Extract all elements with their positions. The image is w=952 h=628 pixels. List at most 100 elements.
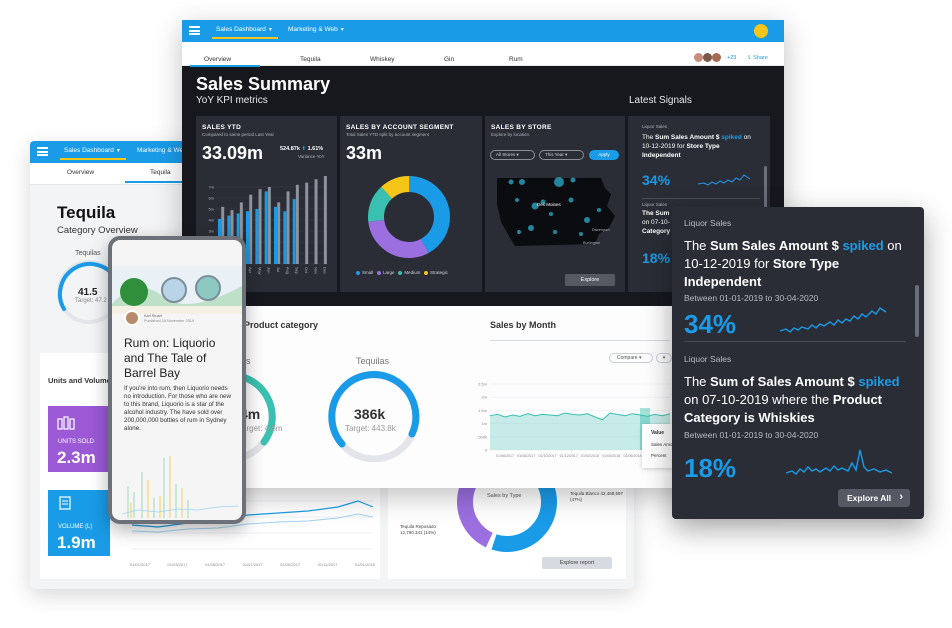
- explore-button[interactable]: Explore: [565, 274, 615, 286]
- menu-icon[interactable]: [37, 147, 48, 156]
- x-tick-label: May: [257, 267, 262, 275]
- iowa-store-map[interactable]: [491, 170, 621, 256]
- y-tick-label: 500k: [478, 434, 487, 439]
- phone-article-preview: Karl Stuart Published 18 November 2019 R…: [108, 236, 246, 524]
- x-tick: 01/01/2017: [130, 562, 151, 567]
- yoy-compare: 524.87k ⬆ 1.61%: [280, 146, 324, 152]
- units-sold-kpi: UNITS SOLD 2.3m: [48, 406, 110, 472]
- signal-pct: 34%: [684, 309, 737, 339]
- active-tab-indicator: [190, 65, 260, 67]
- y-tick-label: 2m: [481, 395, 487, 400]
- tab-overview[interactable]: Overview: [204, 56, 231, 63]
- bar-previous: [314, 179, 318, 264]
- mini-signal-text: Category: [642, 228, 671, 235]
- divider: [684, 341, 906, 342]
- signal-pct: 18%: [684, 453, 737, 483]
- bar-current: [274, 206, 277, 264]
- tab-tequila[interactable]: Tequila: [125, 169, 195, 183]
- signal-sparkline: [780, 307, 887, 333]
- compare-select[interactable]: Compare ▾: [609, 353, 653, 363]
- y-tick-label: 1.5m: [478, 408, 488, 413]
- segment-value: 33m: [346, 143, 383, 163]
- menu-sales-dashboard[interactable]: Sales Dashboard ▾: [60, 147, 126, 160]
- gauge-target: Target: 47.2: [75, 298, 107, 304]
- chevron-down-icon: ▾: [340, 27, 344, 33]
- avatar[interactable]: [712, 53, 721, 62]
- signal-kicker: Liquor Sales: [684, 218, 732, 228]
- signal-sparkline: [786, 449, 892, 475]
- tab-tequila[interactable]: Tequila: [300, 56, 321, 63]
- avatar-count[interactable]: +23: [727, 55, 736, 61]
- bar-previous: [305, 182, 309, 264]
- main-tabs: Overview Tequila Whiskey Gin Rum +23 ⇪ S…: [182, 42, 784, 67]
- latest-signals-card: Liquor Sales The Sum Sales Amount $ spik…: [672, 207, 924, 519]
- x-tick: 01/11/2017: [317, 562, 338, 567]
- y-tick-label: 2.5m: [478, 382, 488, 387]
- segment-legend: Small Large Medium Strategic: [356, 270, 448, 275]
- x-tick-label: Aug: [285, 267, 290, 274]
- tile-subtitle: Explore by location: [491, 132, 530, 137]
- main-top-bar: Sales Dashboard ▾ Marketing & Web ▾: [182, 20, 784, 42]
- gauge-value: 41.5: [78, 287, 98, 298]
- menu-sales-dashboard[interactable]: Sales Dashboard ▾: [212, 26, 278, 39]
- tab-overview[interactable]: Overview: [67, 169, 94, 176]
- scrollbar[interactable]: [915, 285, 919, 337]
- bar-current: [264, 191, 268, 264]
- x-tick-label: Sep: [295, 267, 300, 275]
- x-tick: 01/05/2017: [205, 562, 226, 567]
- sales-ytd-value: 33.09m: [202, 143, 264, 163]
- explore-all-button[interactable]: Explore All: [838, 489, 910, 507]
- avatar[interactable]: [694, 53, 703, 62]
- period-filter-select[interactable]: This Year ▾: [539, 150, 584, 160]
- tile-subtitle: Total Sales YTD split by account segment: [346, 132, 429, 137]
- tab-whiskey[interactable]: Whiskey: [370, 56, 395, 63]
- bar-current: [292, 199, 296, 264]
- y-tick-label: 3m: [208, 229, 214, 234]
- menu-marketing-web[interactable]: Marketing & Web ▾: [288, 26, 344, 33]
- bar-previous: [286, 191, 290, 264]
- tile-title: SALES YTD: [202, 124, 242, 131]
- mini-signal-text: on 07-10-: [642, 219, 670, 226]
- kpi-label: VOLUME (L): [58, 524, 93, 530]
- signal-range: Between 01-01-2019 to 30-04-2020: [684, 430, 819, 440]
- legend-item: Small: [356, 270, 373, 275]
- tab-gin[interactable]: Gin: [444, 56, 454, 63]
- tab-rum[interactable]: Rum: [509, 56, 523, 63]
- mini-signal-pct: 34%: [642, 172, 671, 188]
- mini-signal-text: The Sum Sales Amount $ spiked on 10-12-2…: [642, 134, 751, 159]
- sales-by-store-tile[interactable]: SALES BY STORE Explore by location All S…: [485, 116, 625, 292]
- mini-signal-pct: 18%: [642, 250, 671, 266]
- x-tick-label: 01/04/2018: [602, 454, 620, 458]
- store-filter-select[interactable]: All Stores ▾: [490, 150, 535, 160]
- explore-report-button[interactable]: Explore report: [542, 557, 612, 569]
- legend-item: Strategic: [424, 270, 448, 275]
- article-author: Karl Stuart: [144, 314, 162, 318]
- notification-bulb-icon[interactable]: [754, 24, 768, 38]
- mini-signal-text: The Sum: [642, 210, 670, 217]
- variance-label: Variance YoY: [298, 154, 325, 159]
- scrollbar[interactable]: [764, 166, 767, 208]
- menu-marketing-web[interactable]: Marketing & Web: [137, 147, 187, 154]
- section-title: Units and Volume: [48, 376, 111, 385]
- page-title: Tequila: [57, 203, 116, 222]
- map-label-davenport: Davenport: [592, 228, 610, 232]
- kpi-label: UNITS SOLD: [58, 439, 95, 445]
- menu-icon[interactable]: [189, 26, 200, 35]
- article-date: Published 18 November 2019: [144, 319, 195, 323]
- bar-current: [255, 209, 259, 264]
- article-hero-image: [112, 266, 242, 314]
- legend-item: Medium: [398, 270, 420, 275]
- share-link[interactable]: ⇪ Share: [747, 55, 768, 61]
- bar-current: [246, 211, 249, 264]
- x-tick-label: 01/08/2017: [517, 454, 535, 458]
- donut-title: Sales by Type: [487, 493, 522, 499]
- donut-label-blanco: Tequila Blanco 42,468,597 (47%): [570, 491, 624, 502]
- avatar[interactable]: [703, 53, 712, 62]
- sales-by-segment-tile[interactable]: SALES BY ACCOUNT SEGMENT Total Sales YTD…: [340, 116, 482, 292]
- bar-previous: [249, 194, 253, 264]
- chevron-down-icon[interactable]: ▾: [656, 353, 672, 363]
- y-tick-label: 7m: [208, 185, 214, 190]
- apply-button[interactable]: Apply: [589, 150, 619, 160]
- donut-label-reposado: Tequila Reposado 12,790,341 (14%): [400, 524, 437, 535]
- gauge-right-target: Target: 443.8k: [345, 424, 396, 433]
